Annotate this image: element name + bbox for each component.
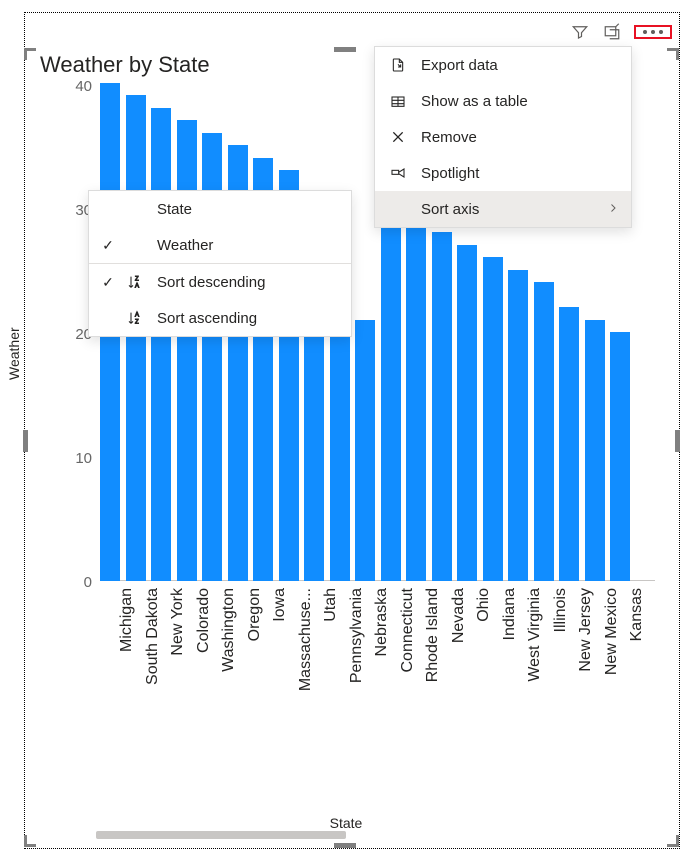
x-tick-label: Michigan: [118, 588, 136, 652]
x-tick-label: Nevada: [450, 588, 468, 643]
bar[interactable]: [355, 320, 375, 581]
x-tick-label: Iowa: [271, 588, 289, 622]
submenu-label: Sort descending: [157, 274, 265, 291]
svg-text:Z: Z: [135, 277, 139, 283]
bar[interactable]: [610, 332, 630, 581]
x-tick-label: West Virginia: [526, 588, 544, 682]
x-tick-label: Washington: [220, 588, 238, 672]
bar[interactable]: [126, 95, 146, 581]
svg-text:A: A: [135, 283, 139, 289]
x-tick-label: Illinois: [552, 588, 570, 632]
bar[interactable]: [151, 108, 171, 581]
bar[interactable]: [304, 320, 324, 581]
submenu-state[interactable]: State: [89, 191, 351, 227]
menu-spotlight[interactable]: Spotlight: [375, 155, 631, 191]
svg-text:A: A: [135, 313, 139, 319]
bar[interactable]: [381, 214, 401, 581]
close-icon: [389, 128, 407, 146]
x-axis-label: State: [330, 815, 363, 831]
resize-corner-bl[interactable]: [24, 835, 36, 847]
x-category-labels: Michigan South Dakota New York Colorado Wash…: [100, 588, 655, 788]
sort-desc-icon: ZA: [127, 274, 147, 290]
resize-corner-br[interactable]: [667, 835, 679, 847]
x-tick-label: Kansas: [628, 588, 646, 641]
menu-export-data[interactable]: Export data: [375, 47, 631, 83]
x-tick-label: Utah: [322, 588, 340, 622]
filter-icon[interactable]: [570, 22, 590, 42]
chart-title: Weather by State: [40, 52, 210, 78]
x-tick-label: Nebraska: [373, 588, 391, 656]
check-icon: ✓: [99, 274, 117, 291]
resize-handle-bottom[interactable]: [334, 843, 356, 848]
sort-asc-icon: AZ: [127, 310, 147, 326]
bar[interactable]: [534, 282, 554, 581]
menu-sort-axis[interactable]: Sort axis: [375, 191, 631, 227]
resize-corner-tl[interactable]: [24, 48, 36, 60]
x-tick-label: Massachuse...: [297, 588, 315, 691]
y-tick: 40: [60, 78, 92, 95]
export-icon: [389, 56, 407, 74]
bar[interactable]: [330, 320, 350, 581]
scrollbar-thumb[interactable]: [96, 831, 346, 839]
x-tick-label: New York: [169, 588, 187, 656]
x-tick-label: Indiana: [501, 588, 519, 641]
menu-remove[interactable]: Remove: [375, 119, 631, 155]
resize-handle-right[interactable]: [675, 430, 680, 452]
x-tick-label: Ohio: [475, 588, 493, 622]
menu-label: Show as a table: [421, 93, 528, 110]
visual-header-toolbar: [570, 20, 672, 44]
bar[interactable]: [432, 232, 452, 581]
x-tick-label: Colorado: [195, 588, 213, 653]
bar[interactable]: [508, 270, 528, 581]
bar[interactable]: [457, 245, 477, 581]
menu-label: Remove: [421, 129, 477, 146]
menu-label: Export data: [421, 57, 498, 74]
svg-text:Z: Z: [135, 319, 139, 325]
x-tick-label: Oregon: [246, 588, 264, 641]
resize-corner-tr[interactable]: [667, 48, 679, 60]
chevron-right-icon: [607, 201, 619, 218]
y-axis-label: Weather: [6, 327, 22, 380]
y-tick: 10: [60, 450, 92, 467]
submenu-label: State: [157, 201, 192, 218]
blank-icon: [389, 200, 407, 218]
x-tick-label: New Jersey: [577, 588, 595, 672]
menu-label: Spotlight: [421, 165, 479, 182]
focus-mode-icon[interactable]: [602, 22, 622, 42]
submenu-label: Sort ascending: [157, 310, 257, 327]
horizontal-scrollbar[interactable]: [96, 831, 656, 841]
visual-context-menu: Export data Show as a table Remove Spotl…: [374, 46, 632, 228]
resize-handle-top[interactable]: [334, 47, 356, 52]
menu-show-as-table[interactable]: Show as a table: [375, 83, 631, 119]
x-tick-label: New Mexico: [603, 588, 621, 675]
submenu-sort-descending[interactable]: ✓ ZA Sort descending: [89, 264, 351, 300]
bar[interactable]: [406, 220, 426, 581]
menu-label: Sort axis: [421, 201, 479, 218]
bar[interactable]: [585, 320, 605, 581]
sort-axis-submenu: State ✓ Weather ✓ ZA Sort descending AZ …: [88, 190, 352, 337]
bar[interactable]: [483, 257, 503, 581]
submenu-label: Weather: [157, 237, 213, 254]
x-tick-label: South Dakota: [144, 588, 162, 685]
submenu-sort-ascending[interactable]: AZ Sort ascending: [89, 300, 351, 336]
x-tick-label: Rhode Island: [424, 588, 442, 682]
x-tick-label: Pennsylvania: [348, 588, 366, 683]
bar[interactable]: [559, 307, 579, 581]
submenu-weather[interactable]: ✓ Weather: [89, 227, 351, 263]
table-icon: [389, 92, 407, 110]
x-tick-label: Connecticut: [399, 588, 417, 673]
spotlight-icon: [389, 164, 407, 182]
y-tick: 0: [60, 574, 92, 591]
more-options-button[interactable]: [634, 25, 672, 39]
check-icon: ✓: [99, 237, 117, 254]
resize-handle-left[interactable]: [23, 430, 28, 452]
